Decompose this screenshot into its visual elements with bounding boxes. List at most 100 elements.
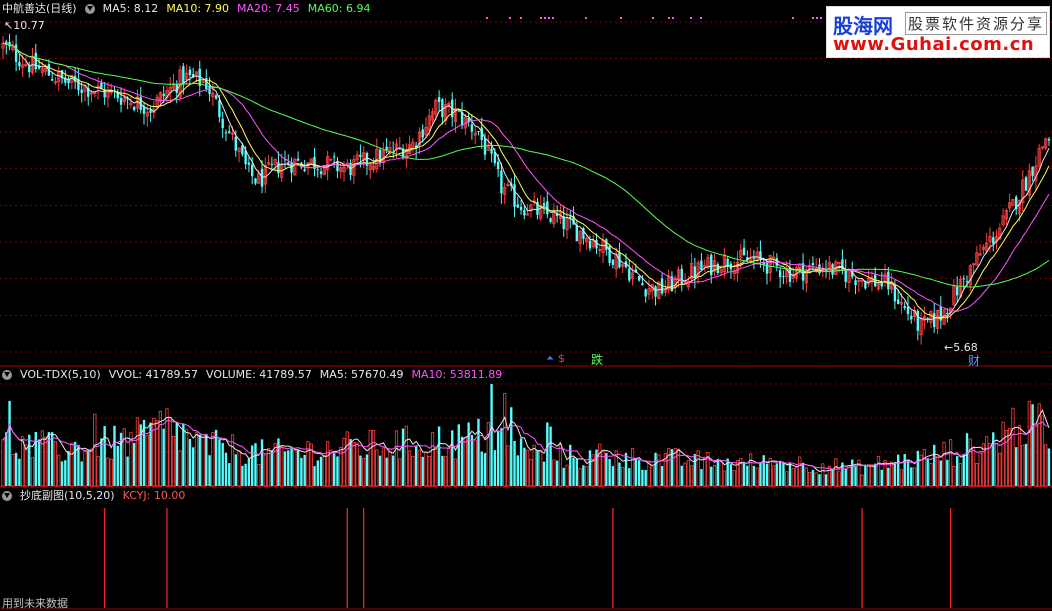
candle-body: [254, 178, 257, 184]
stock-chart[interactable]: [0, 0, 1052, 610]
volume-bar: [630, 447, 635, 487]
stock-name: 中航善达(日线): [2, 2, 77, 15]
volume-bar: [313, 466, 316, 486]
candle-body: [80, 89, 83, 93]
volume-bar: [644, 469, 647, 486]
volume-bar: [910, 467, 913, 486]
volume-bar: [237, 450, 241, 487]
volume-bar: [827, 465, 831, 487]
volume-bar: [89, 448, 94, 487]
marker-dot: [520, 17, 522, 19]
volume-bar: [798, 456, 802, 487]
candle-body: [628, 268, 631, 281]
candle-body: [260, 168, 264, 187]
volume-bar: [290, 448, 293, 486]
candle-body: [332, 156, 336, 158]
volume-bar: [447, 448, 451, 487]
marker-dot: [792, 17, 794, 19]
volume-bar: [952, 465, 956, 487]
marker-dot: [820, 17, 822, 19]
candle-body: [270, 164, 274, 166]
volume-bar: [352, 442, 356, 487]
volume-bar: [608, 458, 611, 486]
volume-bar: [201, 434, 205, 487]
marker-dot: [652, 17, 654, 19]
candle-body: [162, 93, 165, 97]
dropdown-circle-icon[interactable]: [84, 4, 95, 14]
candle-body: [542, 203, 546, 206]
volume-bar: [50, 432, 54, 486]
dropdown-circle-icon[interactable]: [2, 370, 12, 380]
volume-bar: [463, 437, 467, 487]
candle-body: [441, 99, 444, 118]
candle-body: [523, 209, 526, 216]
candle-body: [247, 162, 251, 165]
volume-bar: [912, 467, 917, 487]
candle-body: [910, 315, 913, 320]
volume-bar: [198, 434, 201, 486]
volume-bar: [729, 464, 733, 486]
volume-bar: [887, 467, 890, 486]
volume-bar: [106, 457, 110, 487]
volume-bar: [752, 465, 756, 486]
volume-bar: [67, 450, 70, 486]
volume-bar: [558, 444, 563, 487]
volume-bar: [532, 444, 536, 487]
volume-bar: [821, 463, 825, 487]
volume-bar: [916, 450, 920, 486]
volume-bar: [287, 450, 290, 486]
volume-bar: [794, 467, 799, 487]
volume-bar: [296, 449, 300, 486]
volume-bar: [44, 436, 48, 487]
volume-bar: [722, 470, 726, 487]
volume-bar: [818, 474, 821, 486]
volume-bar: [441, 455, 444, 486]
volume-bar: [145, 434, 149, 487]
indicator-name: 抄底副图(10,5,20): [20, 489, 115, 502]
candle-body: [188, 69, 192, 76]
volume-bar: [791, 468, 795, 487]
candle-body: [208, 85, 211, 95]
indicator-panel-header: 抄底副图(10,5,20) KCYJ: 10.00: [0, 488, 185, 504]
candle-body: [854, 280, 857, 286]
volume-bar: [132, 442, 136, 486]
candle-body: [595, 239, 598, 249]
vol-ma10-label: MA10: 53811.89: [411, 368, 503, 381]
volume-bar: [939, 460, 942, 486]
watermark-logo: 股海网 股票软件资源分享 www.Guhai.com.cn: [826, 6, 1050, 58]
candle-body: [946, 312, 949, 315]
volume-bar: [588, 450, 592, 486]
ma60-label: MA60: 6.94: [307, 2, 371, 15]
candle-body: [575, 224, 579, 242]
volume-bar: [365, 454, 369, 486]
volume-bar: [742, 461, 746, 486]
candle-body: [119, 98, 123, 105]
volume-bar: [1031, 404, 1034, 486]
candle-body: [234, 136, 238, 151]
volume-bar: [211, 432, 215, 487]
volume-bar: [28, 434, 31, 486]
volume-bar: [332, 453, 336, 486]
volume-bar: [96, 456, 100, 487]
volume-bar: [876, 456, 881, 487]
volume-bar: [241, 465, 244, 486]
volume-bar: [14, 452, 18, 486]
volume-bar: [624, 452, 628, 486]
volume-bar: [178, 450, 182, 487]
volume-bar: [398, 458, 402, 487]
dropdown-circle-icon[interactable]: [2, 491, 12, 501]
volume-bar: [53, 441, 58, 487]
candle-body: [1047, 138, 1051, 141]
volume-bar: [437, 426, 441, 486]
volume-bar: [968, 438, 972, 487]
volume-bar: [755, 467, 759, 487]
volume-bar: [572, 457, 575, 486]
candle-body: [132, 106, 136, 111]
volume-bar: [417, 449, 422, 487]
volume-bar: [523, 447, 526, 486]
volume-bar: [70, 442, 74, 487]
volume-bar: [765, 464, 769, 486]
volume-bar: [388, 448, 392, 487]
volume-bar: [851, 459, 854, 486]
candle-body: [962, 278, 965, 280]
